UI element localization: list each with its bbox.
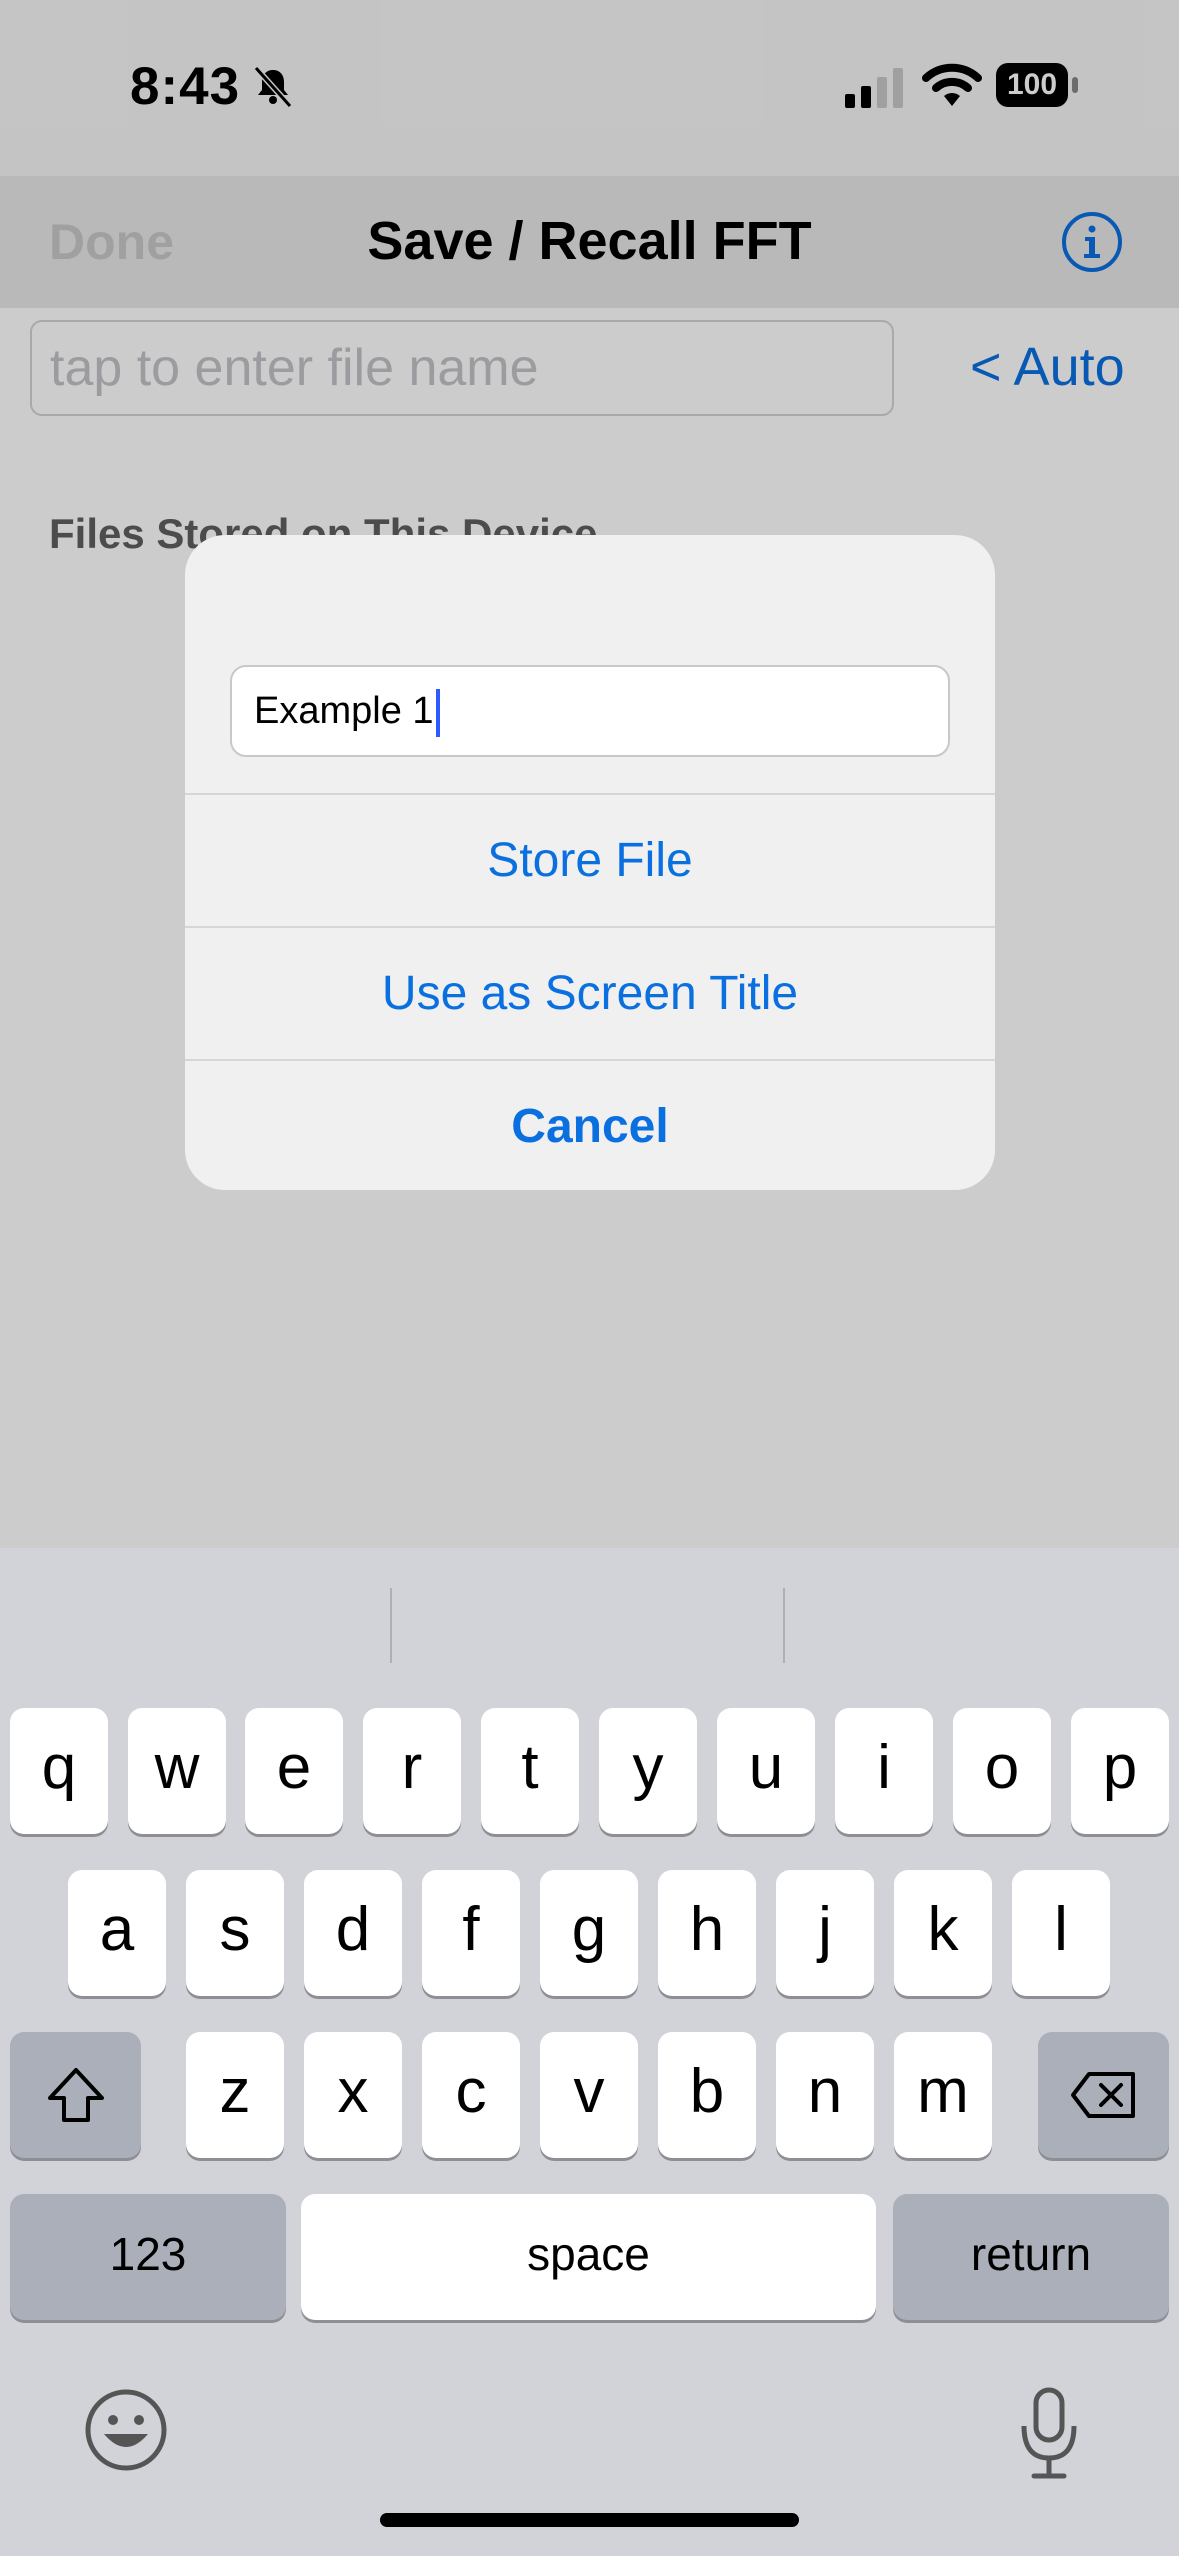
microphone-icon[interactable] xyxy=(1016,2386,1082,2482)
suggestion-divider xyxy=(390,1588,392,1663)
key-y[interactable]: y xyxy=(599,1708,697,1834)
space-key[interactable]: space xyxy=(301,2194,876,2320)
home-indicator xyxy=(380,2513,799,2527)
key-v[interactable]: v xyxy=(540,2032,638,2158)
return-key[interactable]: return xyxy=(893,2194,1169,2320)
key-z[interactable]: z xyxy=(186,2032,284,2158)
use-as-screen-title-button[interactable]: Use as Screen Title xyxy=(185,928,995,1059)
shift-icon xyxy=(47,2068,104,2122)
key-k[interactable]: k xyxy=(894,1870,992,1996)
alert-field-value: Example 1 xyxy=(254,690,434,732)
key-u[interactable]: u xyxy=(717,1708,815,1834)
key-q[interactable]: q xyxy=(10,1708,108,1834)
key-g[interactable]: g xyxy=(540,1870,638,1996)
key-p[interactable]: p xyxy=(1071,1708,1169,1834)
key-l[interactable]: l xyxy=(1012,1870,1110,1996)
store-file-alert: Example 1 Store File Use as Screen Title… xyxy=(185,535,995,1190)
text-cursor xyxy=(435,688,440,737)
key-r[interactable]: r xyxy=(363,1708,461,1834)
key-i[interactable]: i xyxy=(835,1708,933,1834)
emoji-icon[interactable] xyxy=(84,2388,168,2472)
key-d[interactable]: d xyxy=(304,1870,402,1996)
key-t[interactable]: t xyxy=(481,1708,579,1834)
cancel-button[interactable]: Cancel xyxy=(185,1061,995,1190)
keyboard: q w e r t y u i o p a s d f g h j k l z … xyxy=(0,1548,1179,2556)
key-w[interactable]: w xyxy=(128,1708,226,1834)
key-c[interactable]: c xyxy=(422,2032,520,2158)
key-o[interactable]: o xyxy=(953,1708,1051,1834)
key-h[interactable]: h xyxy=(658,1870,756,1996)
key-n[interactable]: n xyxy=(776,2032,874,2158)
key-f[interactable]: f xyxy=(422,1870,520,1996)
alert-text-field[interactable]: Example 1 xyxy=(230,665,950,757)
key-j[interactable]: j xyxy=(776,1870,874,1996)
numbers-key[interactable]: 123 xyxy=(10,2194,286,2320)
store-file-button[interactable]: Store File xyxy=(185,795,995,926)
key-b[interactable]: b xyxy=(658,2032,756,2158)
delete-icon xyxy=(1070,2072,1135,2118)
key-s[interactable]: s xyxy=(186,1870,284,1996)
delete-key[interactable] xyxy=(1038,2032,1169,2158)
shift-key[interactable] xyxy=(10,2032,141,2158)
key-a[interactable]: a xyxy=(68,1870,166,1996)
key-x[interactable]: x xyxy=(304,2032,402,2158)
key-e[interactable]: e xyxy=(245,1708,343,1834)
suggestion-divider xyxy=(783,1588,785,1663)
key-m[interactable]: m xyxy=(894,2032,992,2158)
